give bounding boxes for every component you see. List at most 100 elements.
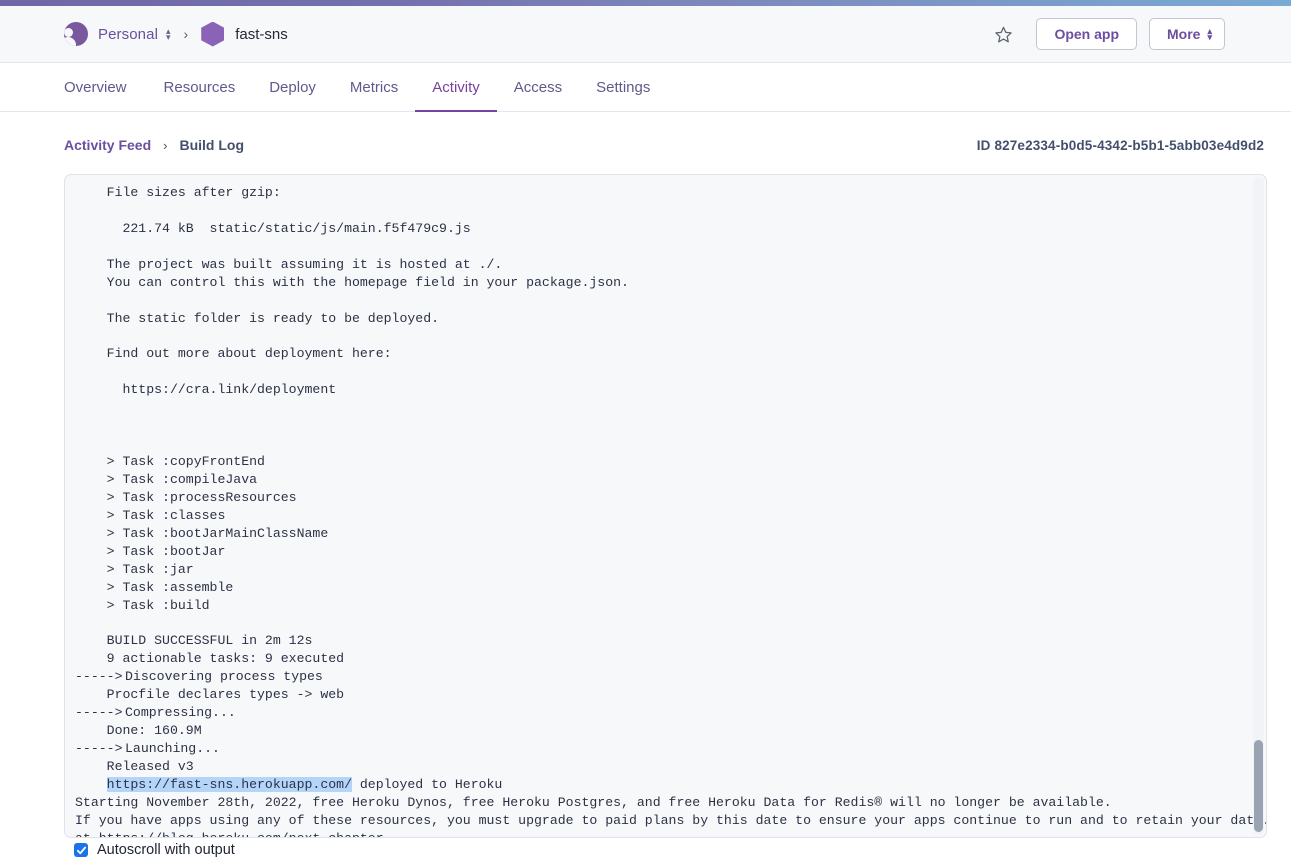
log-line-text: You can control this with the homepage f…: [75, 274, 629, 290]
log-line: https://fast-sns.herokuapp.com/ deployed…: [75, 776, 1266, 794]
log-line-text: File sizes after gzip:: [75, 185, 281, 200]
log-line-text: > Task :processResources: [75, 489, 297, 505]
open-app-label: Open app: [1054, 26, 1120, 42]
log-line-text: Released v3: [75, 759, 194, 774]
more-label: More: [1167, 26, 1201, 42]
log-line-text: > Task :classes: [75, 507, 226, 523]
log-line-text: Compressing...: [125, 705, 236, 721]
log-line-text: > Task :bootJar: [75, 543, 226, 559]
chevron-up-down-icon[interactable]: ▴ ▾: [166, 27, 171, 42]
log-line: You can control this with the homepage f…: [75, 274, 1266, 292]
log-line-text: BUILD SUCCESSFUL in 2m 12s: [75, 633, 313, 649]
tab-resources[interactable]: Resources: [147, 64, 253, 111]
log-line: 9 actionable tasks: 9 executed: [75, 650, 1266, 668]
log-line-text: > Task :assemble: [75, 579, 234, 595]
breadcrumb-activity-feed-link[interactable]: Activity Feed: [64, 137, 151, 153]
breadcrumb-top: Personal ▴ ▾ › fast-sns: [64, 6, 288, 62]
log-line-text: Procfile declares types -> web: [75, 687, 345, 703]
autoscroll-row[interactable]: Autoscroll with output: [74, 842, 235, 858]
log-line-text: > Task :copyFrontEnd: [75, 454, 265, 470]
build-log-scroll-area[interactable]: File sizes after gzip: 221.74 kB static/…: [65, 175, 1266, 837]
log-line-text: Discovering process types: [125, 669, 323, 685]
tab-label: Overview: [64, 79, 127, 96]
log-scrollbar-thumb[interactable]: [1254, 740, 1263, 832]
build-id-label: ID 827e2334-b0d5-4342-b5b1-5abb03e4d9d2: [976, 137, 1264, 153]
log-line: Released v3: [75, 758, 1266, 776]
log-line: > Task :bootJarMainClassName: [75, 525, 1266, 543]
log-line-suffix: deployed to Heroku: [351, 776, 503, 792]
log-scrollbar[interactable]: [1253, 177, 1264, 835]
app-name-label[interactable]: fast-sns: [235, 26, 288, 43]
app-header: Personal ▴ ▾ › fast-sns Open app More ▴ ▾: [0, 6, 1291, 63]
log-line-text: > Task :jar: [75, 561, 194, 577]
tab-label: Metrics: [349, 79, 399, 96]
star-outline-icon[interactable]: [992, 23, 1014, 45]
tab-label: Deploy: [269, 79, 316, 96]
log-line-text: Done: 160.9M: [75, 723, 202, 739]
breadcrumb: Activity Feed › Build Log: [64, 137, 244, 153]
log-line: https://cra.link/deployment: [75, 381, 1266, 399]
tab-settings[interactable]: Settings: [579, 64, 667, 111]
chevron-up-down-icon: ▴ ▾: [1207, 26, 1212, 42]
log-line: Starting November 28th, 2022, free Herok…: [75, 794, 1266, 812]
log-line: -----> Compressing...: [75, 704, 1266, 722]
deployed-url-highlight[interactable]: https://fast-sns.herokuapp.com/: [106, 776, 352, 792]
build-log-panel: File sizes after gzip: 221.74 kB static/…: [64, 174, 1267, 838]
log-line: -----> Launching...: [75, 740, 1266, 758]
account-name-label[interactable]: Personal: [98, 26, 158, 43]
log-line: > Task :build: [75, 597, 1266, 615]
log-line: The static folder is ready to be deploye…: [75, 310, 1266, 328]
log-line: > Task :assemble: [75, 579, 1266, 597]
log-line-text: [75, 777, 107, 792]
autoscroll-label: Autoscroll with output: [97, 842, 235, 858]
log-line-text: Starting November 28th, 2022, free Herok…: [75, 794, 1112, 810]
open-app-button[interactable]: Open app: [1036, 18, 1138, 50]
log-line-prefix: ----->: [75, 705, 131, 721]
log-line: > Task :compileJava: [75, 471, 1266, 489]
tab-label: Resources: [163, 79, 236, 96]
log-line: > Task :bootJar: [75, 543, 1266, 561]
tab-label: Settings: [596, 79, 651, 96]
tab-overview[interactable]: Overview: [64, 64, 147, 111]
log-line: BUILD SUCCESSFUL in 2m 12s: [75, 632, 1266, 650]
log-line: The project was built assuming it is hos…: [75, 256, 1266, 274]
tab-deploy[interactable]: Deploy: [252, 64, 333, 111]
log-line-text: The project was built assuming it is hos…: [75, 256, 503, 272]
log-line-text: Find out more about deployment here:: [75, 346, 392, 362]
autoscroll-checkbox[interactable]: [74, 843, 88, 857]
tab-activity[interactable]: Activity: [415, 64, 497, 112]
log-line-text: If you have apps using any of these reso…: [75, 812, 1266, 828]
sub-breadcrumb-bar: Activity Feed › Build Log ID 827e2334-b0…: [0, 130, 1291, 160]
log-line-text: https://cra.link/deployment: [75, 382, 337, 398]
tab-label: Access: [513, 79, 563, 96]
log-line: Done: 160.9M: [75, 722, 1266, 740]
tab-access[interactable]: Access: [497, 64, 579, 111]
tab-metrics[interactable]: Metrics: [333, 64, 415, 111]
log-line: If you have apps using any of these reso…: [75, 812, 1266, 830]
log-line-prefix: ----->: [75, 741, 131, 757]
log-line-text: at https://blog.heroku.com/next-chapter: [75, 831, 384, 837]
hexagon-app-icon: [201, 21, 225, 47]
log-line: File sizes after gzip:: [75, 184, 1266, 202]
header-actions: Open app More ▴ ▾: [992, 18, 1225, 50]
breadcrumb-separator-icon: ›: [183, 26, 189, 42]
log-line-text: > Task :compileJava: [75, 472, 258, 487]
build-log-output: File sizes after gzip: 221.74 kB static/…: [75, 184, 1266, 837]
log-line: Find out more about deployment here:: [75, 345, 1266, 363]
log-line: > Task :classes: [75, 507, 1266, 525]
log-line: > Task :copyFrontEnd: [75, 453, 1266, 471]
log-line-text: > Task :bootJarMainClassName: [75, 525, 329, 541]
more-button[interactable]: More ▴ ▾: [1149, 18, 1225, 50]
log-line: Procfile declares types -> web: [75, 686, 1266, 704]
log-line-text: Launching...: [125, 741, 220, 757]
log-line: at https://blog.heroku.com/next-chapter: [75, 830, 1266, 837]
breadcrumb-current-page: Build Log: [179, 137, 245, 153]
